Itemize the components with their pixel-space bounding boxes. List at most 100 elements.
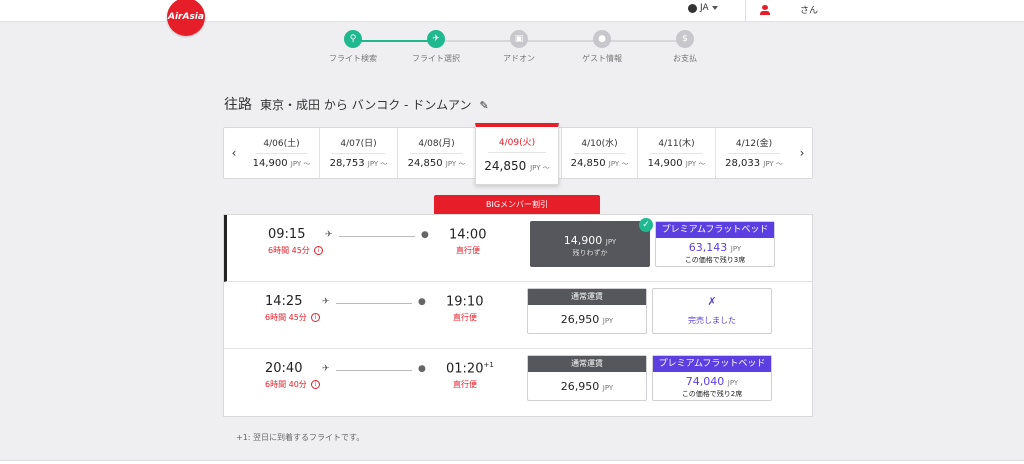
language-selector[interactable]: JA — [688, 3, 718, 13]
plane-icon: ✈ — [322, 297, 330, 307]
step-payment[interactable]: $ お支払 — [650, 30, 720, 64]
route-line — [339, 236, 415, 237]
premium-flatbed-fare[interactable]: プレミアムフラットベッド 74,040 JPY この価格で残り2席 — [652, 355, 772, 401]
flight-row: 14:25 6時間 45分 i ✈ ● 19:10 直行便 通常運賃 26,950… — [224, 282, 812, 349]
user-icon — [760, 4, 770, 15]
info-icon[interactable]: i — [310, 313, 320, 322]
seat-unavailable-icon: ✗ — [707, 295, 717, 308]
plane-icon: ✈ — [427, 30, 445, 48]
user-menu[interactable]: さん — [760, 3, 818, 16]
date-tab[interactable]: 4/08(月) 24,850 JPY ～ — [397, 128, 475, 178]
top-bar: JA さん — [0, 0, 1024, 22]
logo-text: AirAsia — [168, 12, 204, 22]
date-price: 14,900 JPY ～ — [647, 158, 706, 169]
info-icon[interactable]: i — [310, 380, 320, 389]
standard-fare[interactable]: 通常運賃 26,950 JPY — [527, 288, 647, 334]
date-tab[interactable]: 4/11(木) 14,900 JPY ～ — [637, 128, 715, 178]
booking-stepper: ⚲ フライト検索 ✈ フライト選択 ▣ アドオン ● ゲスト情報 $ お支払 — [320, 30, 700, 70]
chevron-down-icon — [711, 6, 718, 10]
fare-header: 通常運賃 — [528, 289, 646, 305]
chevron-right-icon: › — [799, 146, 805, 160]
fare-price: 14,900 JPY — [563, 234, 617, 247]
search-icon: ⚲ — [344, 30, 362, 48]
date-tab[interactable]: 4/12(金) 28,033 JPY ～ — [715, 128, 792, 178]
date-tab[interactable]: 4/10(水) 24,850 JPY ～ — [561, 128, 637, 178]
fare-price: 63,143 JPY — [688, 241, 742, 254]
big-member-discount-banner: BIGメンバー割引 — [434, 195, 600, 214]
date-label: 4/09(火) — [488, 135, 546, 153]
standard-fare[interactable]: 通常運賃 26,950 JPY — [527, 355, 647, 401]
fare-price: 74,040 JPY — [685, 375, 739, 388]
chevron-left-icon: ‹ — [231, 146, 237, 160]
language-label: JA — [700, 3, 709, 13]
next-dates-button[interactable]: › — [792, 128, 812, 178]
date-price: 24,850 JPY ～ — [484, 159, 550, 173]
step-addon[interactable]: ▣ アドオン — [484, 30, 554, 64]
date-label: 4/11(木) — [650, 136, 703, 154]
date-tab[interactable]: 4/06(土) 14,900 JPY ～ — [244, 128, 319, 178]
date-label: 4/08(月) — [410, 136, 463, 154]
date-tab[interactable]: 4/07(日) 28,753 JPY ～ — [319, 128, 397, 178]
sold-out-label: 完売しました — [688, 316, 736, 325]
person-icon: ● — [593, 30, 611, 48]
info-icon[interactable]: i — [313, 246, 323, 255]
step-flight-search[interactable]: ⚲ フライト検索 — [318, 30, 388, 64]
prev-dates-button[interactable]: ‹ — [224, 128, 244, 178]
step-connector — [436, 40, 685, 42]
fare-header: プレミアムフラットベッド — [653, 356, 771, 372]
fare-header: プレミアムフラットベッド — [656, 222, 774, 238]
arrival-time: 19:10 — [446, 294, 484, 310]
flight-duration: 6時間 45分 i — [265, 312, 320, 323]
step-flight-select[interactable]: ✈ フライト選択 — [401, 30, 471, 64]
location-pin-icon: ● — [418, 364, 426, 374]
cart-icon: ▣ — [510, 30, 528, 48]
step-label: アドオン — [503, 54, 535, 63]
departure-time: 14:25 — [265, 294, 303, 309]
route-text: 東京・成田 から バンコク - ドンムアン — [260, 98, 472, 112]
date-price: 28,033 JPY ～ — [725, 158, 783, 169]
route-line — [336, 303, 412, 304]
globe-icon — [688, 3, 697, 13]
route-line — [336, 370, 412, 371]
date-price: 24,850 JPY ～ — [407, 158, 466, 169]
next-day-footnote: +1: 翌日に到着するフライトです。 — [236, 433, 365, 442]
header-divider — [745, 0, 746, 22]
step-label: ゲスト情報 — [582, 54, 622, 63]
date-price: 24,850 JPY ～ — [570, 158, 629, 169]
direct-flight-label[interactable]: 直行便 — [456, 245, 480, 256]
dollar-icon: $ — [676, 30, 694, 48]
airasia-logo[interactable]: AirAsia — [167, 0, 205, 36]
flight-duration: 6時間 40分 i — [265, 379, 320, 390]
arrival-time: 14:00 — [449, 227, 487, 243]
user-name: さん — [800, 6, 819, 16]
direct-flight-label[interactable]: 直行便 — [453, 379, 477, 390]
standard-fare-selected[interactable]: 14,900 JPY 残りわずか ✓ — [530, 218, 653, 267]
date-label: 4/07(日) — [332, 136, 385, 154]
edit-icon[interactable]: ✎ — [479, 99, 488, 112]
departure-time: 20:40 — [265, 361, 303, 376]
direct-flight-label[interactable]: 直行便 — [453, 312, 477, 323]
flight-row: 20:40 6時間 40分 i ✈ ● 01:20+1 直行便 通常運賃 26,9… — [224, 349, 812, 416]
step-label: フライト選択 — [412, 54, 460, 63]
seats-left-note: この価格で残り3席 — [684, 256, 746, 264]
location-pin-icon: ● — [418, 297, 426, 307]
route-title: 往路 東京・成田 から バンコク - ドンムアン ✎ — [224, 94, 489, 114]
premium-flatbed-fare[interactable]: プレミアムフラットベッド 63,143 JPY この価格で残り3席 — [655, 221, 775, 267]
flight-duration: 6時間 45分 i — [268, 245, 323, 256]
date-label: 4/12(金) — [728, 136, 780, 154]
check-icon: ✓ — [639, 218, 653, 232]
fare-price: 26,950 JPY — [560, 313, 614, 326]
step-label: フライト検索 — [329, 54, 377, 63]
step-label: お支払 — [673, 54, 697, 63]
page-bottom-bar — [0, 460, 1024, 464]
date-label: 4/10(水) — [574, 136, 625, 154]
plane-icon: ✈ — [322, 364, 330, 374]
date-price: 14,900 JPY ～ — [252, 158, 311, 169]
date-price: 28,753 JPY ～ — [329, 158, 388, 169]
seats-left-note: 残りわずか — [572, 249, 608, 257]
date-tab-selected[interactable]: 4/09(火) 24,850 JPY ～ — [475, 123, 559, 185]
date-selector: ‹ 4/06(土) 14,900 JPY ～ 4/07(日) 28,753 JP… — [223, 123, 813, 185]
location-pin-icon: ● — [421, 230, 429, 240]
step-guest-info[interactable]: ● ゲスト情報 — [567, 30, 637, 64]
arrival-time: 01:20+1 — [446, 361, 494, 377]
